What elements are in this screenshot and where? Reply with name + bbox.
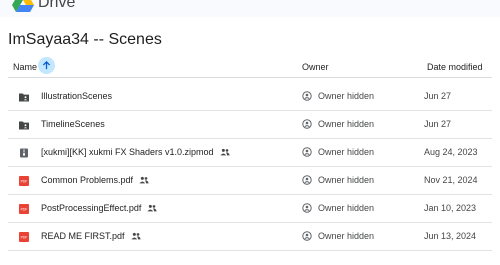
date-modified: Jan 10, 2023 [424,203,477,213]
sort-direction-button[interactable] [38,57,55,74]
owner-text: Owner hidden [318,231,375,241]
drive-logo-icon[interactable] [12,0,34,13]
owner-text: Owner hidden [318,91,375,101]
date-modified: Jun 13, 2024 [424,231,477,241]
file-name: TimelineScenes [41,119,105,129]
svg-text:PDF: PDF [21,208,28,212]
owner-avatar-icon [302,119,312,129]
shared-people-icon [139,176,149,184]
archive-icon [20,148,28,158]
file-name: [xukmi][KK] xukmi FX Shaders v1.0.zipmod [41,147,230,157]
owner-text: Owner hidden [318,119,375,129]
date-modified: Jun 27 [424,91,452,101]
owner-avatar-icon [302,231,312,241]
file-row[interactable]: PDF READ ME FIRST.pdf Owner hidden Jun 1… [8,223,492,251]
owner-text: Owner hidden [318,175,375,185]
file-row[interactable]: TimelineScenes Owner hidden Jun 27 [8,111,492,139]
file-name: READ ME FIRST.pdf [41,231,141,241]
pdf-icon: PDF [19,232,29,242]
file-name: PostProcessingEffect.pdf [41,203,158,213]
svg-text:PDF: PDF [21,236,28,240]
owner-text: Owner hidden [318,147,375,157]
folder-icon [19,93,29,102]
top-bar: Drive [0,0,500,17]
owner-text: Owner hidden [318,203,375,213]
file-row[interactable]: [xukmi][KK] xukmi FX Shaders v1.0.zipmod… [8,139,492,167]
column-header-name[interactable]: Name [13,62,37,72]
owner-avatar-icon [302,175,312,185]
file-row[interactable]: IllustrationScenes Owner hidden Jun 27 [8,83,492,111]
shared-people-icon [130,232,141,240]
header-divider [8,77,492,78]
owner-avatar-icon [302,147,312,157]
owner-avatar-icon [302,91,312,101]
owner-avatar-icon [302,203,312,213]
pdf-icon: PDF [19,176,29,186]
file-name: IllustrationScenes [41,91,113,101]
folder-title[interactable]: ImSayaa34 -- Scenes [8,31,162,49]
folder-icon [19,121,29,130]
shared-people-icon [147,204,158,212]
svg-text:PDF: PDF [21,180,28,184]
date-modified: Aug 24, 2023 [424,147,478,157]
date-modified: Nov 21, 2024 [424,175,478,185]
arrow-up-icon [42,61,51,70]
column-header-date-modified[interactable]: Date modified [427,62,483,72]
file-row[interactable]: PDF Common Problems.pdf Owner hidden Nov… [8,167,492,195]
file-name: Common Problems.pdf [41,175,149,185]
column-header-owner[interactable]: Owner [302,62,329,72]
pdf-icon: PDF [19,204,29,214]
file-row[interactable]: PDF PostProcessingEffect.pdf Owner hidde… [8,195,492,223]
date-modified: Jun 27 [424,119,452,129]
app-name: Drive [38,0,76,11]
shared-people-icon [219,148,230,156]
